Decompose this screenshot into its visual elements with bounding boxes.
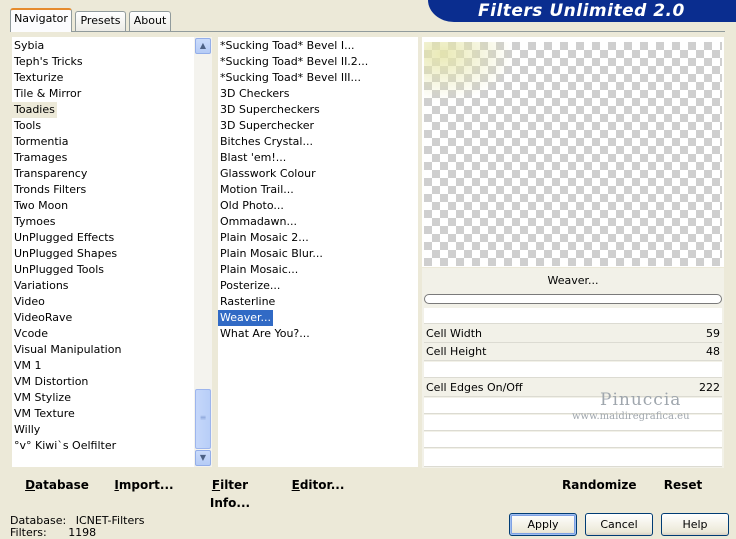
filter-list[interactable]: *Sucking Toad* Bevel I... *Sucking Toad* … [218, 37, 418, 467]
category-item[interactable]: VM 1 [12, 358, 44, 374]
filter-item[interactable]: Ommadawn... [218, 214, 299, 230]
filter-item[interactable]: Old Photo... [218, 198, 286, 214]
database-button[interactable]: Database [22, 476, 92, 494]
category-item[interactable]: Tramages [12, 150, 69, 166]
category-item[interactable]: Tronds Filters [12, 182, 88, 198]
filter-info-button[interactable]: Filter Info... [194, 476, 266, 510]
filter-item[interactable]: 3D Checkers [218, 86, 291, 102]
progress-bar [424, 294, 722, 304]
slider-label: Cell Edges On/Off [426, 381, 523, 394]
filter-item[interactable]: Weaver... [218, 310, 274, 326]
filter-item[interactable]: *Sucking Toad* Bevel III... [218, 70, 363, 86]
category-item[interactable]: Sybia [12, 38, 46, 54]
category-item[interactable]: Video [12, 294, 47, 310]
slider-cell-width[interactable]: Cell Width 59 [424, 325, 722, 343]
scroll-up-button[interactable]: ▲ [195, 38, 211, 54]
import-button[interactable]: Import... [114, 476, 174, 494]
category-item[interactable]: °v° Kiwi`s Oelfilter [12, 438, 118, 454]
category-item[interactable]: VM Distortion [12, 374, 90, 390]
editor-button[interactable]: Editor... [290, 476, 346, 494]
status-filters-label: Filters: [10, 526, 47, 539]
slider-cell-height[interactable]: Cell Height 48 [424, 343, 722, 361]
category-item[interactable]: UnPlugged Effects [12, 230, 116, 246]
category-item[interactable]: Tile & Mirror [12, 86, 83, 102]
scroll-down-button[interactable]: ▼ [195, 450, 211, 466]
filter-item[interactable]: 3D Supercheckers [218, 102, 322, 118]
category-scrollbar[interactable]: ▲ ≡ ▼ [194, 37, 212, 467]
preview-tint [424, 42, 514, 102]
slider-value: 222 [699, 381, 720, 394]
category-item[interactable]: UnPlugged Shapes [12, 246, 119, 262]
param-row-empty [424, 362, 722, 378]
reset-button[interactable]: Reset [660, 476, 706, 494]
slider-value: 48 [706, 345, 720, 358]
filter-item[interactable]: Blast 'em!... [218, 150, 288, 166]
randomize-button[interactable]: Randomize [562, 476, 636, 494]
status-filters-value: 1198 [68, 526, 97, 539]
filter-item[interactable]: *Sucking Toad* Bevel II.2... [218, 54, 370, 70]
category-item[interactable]: Transparency [12, 166, 89, 182]
tab-about[interactable]: About [129, 11, 171, 31]
tab-navigator[interactable]: Navigator [10, 8, 72, 32]
filter-item[interactable]: Glasswork Colour [218, 166, 318, 182]
filter-item[interactable]: Plain Mosaic Blur... [218, 246, 325, 262]
selected-filter-name: Weaver... [547, 274, 599, 287]
category-item[interactable]: Two Moon [12, 198, 70, 214]
cancel-button[interactable]: Cancel [585, 513, 653, 536]
tab-divider [10, 31, 725, 32]
slider-label: Cell Width [426, 327, 483, 340]
category-item[interactable]: Visual Manipulation [12, 342, 123, 358]
category-item[interactable]: Tymoes [12, 214, 57, 230]
help-button[interactable]: Help [661, 513, 729, 536]
app-title: Filters Unlimited 2.0 [478, 1, 685, 21]
slider-label: Cell Height [426, 345, 487, 358]
param-row-empty [424, 432, 722, 448]
category-item[interactable]: Vcode [12, 326, 50, 342]
category-item[interactable]: VideoRave [12, 310, 74, 326]
filter-item[interactable]: Rasterline [218, 294, 277, 310]
category-item[interactable]: Variations [12, 278, 71, 294]
slider-value: 59 [706, 327, 720, 340]
category-item[interactable]: Willy [12, 422, 42, 438]
apply-button[interactable]: Apply [509, 513, 577, 536]
category-item[interactable]: Teph's Tricks [12, 54, 85, 70]
filter-item[interactable]: 3D Superchecker [218, 118, 316, 134]
filter-item[interactable]: Plain Mosaic 2... [218, 230, 311, 246]
category-item[interactable]: VM Texture [12, 406, 77, 422]
filter-item[interactable]: Posterize... [218, 278, 282, 294]
filter-item[interactable]: *Sucking Toad* Bevel I... [218, 38, 357, 54]
filter-item[interactable]: Motion Trail... [218, 182, 296, 198]
category-item[interactable]: UnPlugged Tools [12, 262, 106, 278]
tab-presets[interactable]: Presets [75, 11, 126, 31]
watermark-name: Pinuccia [600, 390, 682, 410]
category-item[interactable]: Toadies [12, 102, 57, 118]
param-row-empty [424, 449, 722, 467]
category-item[interactable]: Texturize [12, 70, 65, 86]
category-item[interactable]: Tools [12, 118, 43, 134]
category-item[interactable]: VM Stylize [12, 390, 73, 406]
param-row-empty [424, 308, 722, 324]
scroll-thumb[interactable]: ≡ [195, 389, 211, 449]
filter-item[interactable]: What Are You?... [218, 326, 312, 342]
filter-item[interactable]: Plain Mosaic... [218, 262, 300, 278]
filter-item[interactable]: Bitches Crystal... [218, 134, 315, 150]
category-list[interactable]: Sybia Teph's Tricks Texturize Tile & Mirror… [12, 37, 194, 467]
category-item[interactable]: Tormentia [12, 134, 70, 150]
watermark-url: www.maidiregrafica.eu [572, 411, 690, 422]
status-filters: Filters: 1198 [10, 526, 96, 539]
